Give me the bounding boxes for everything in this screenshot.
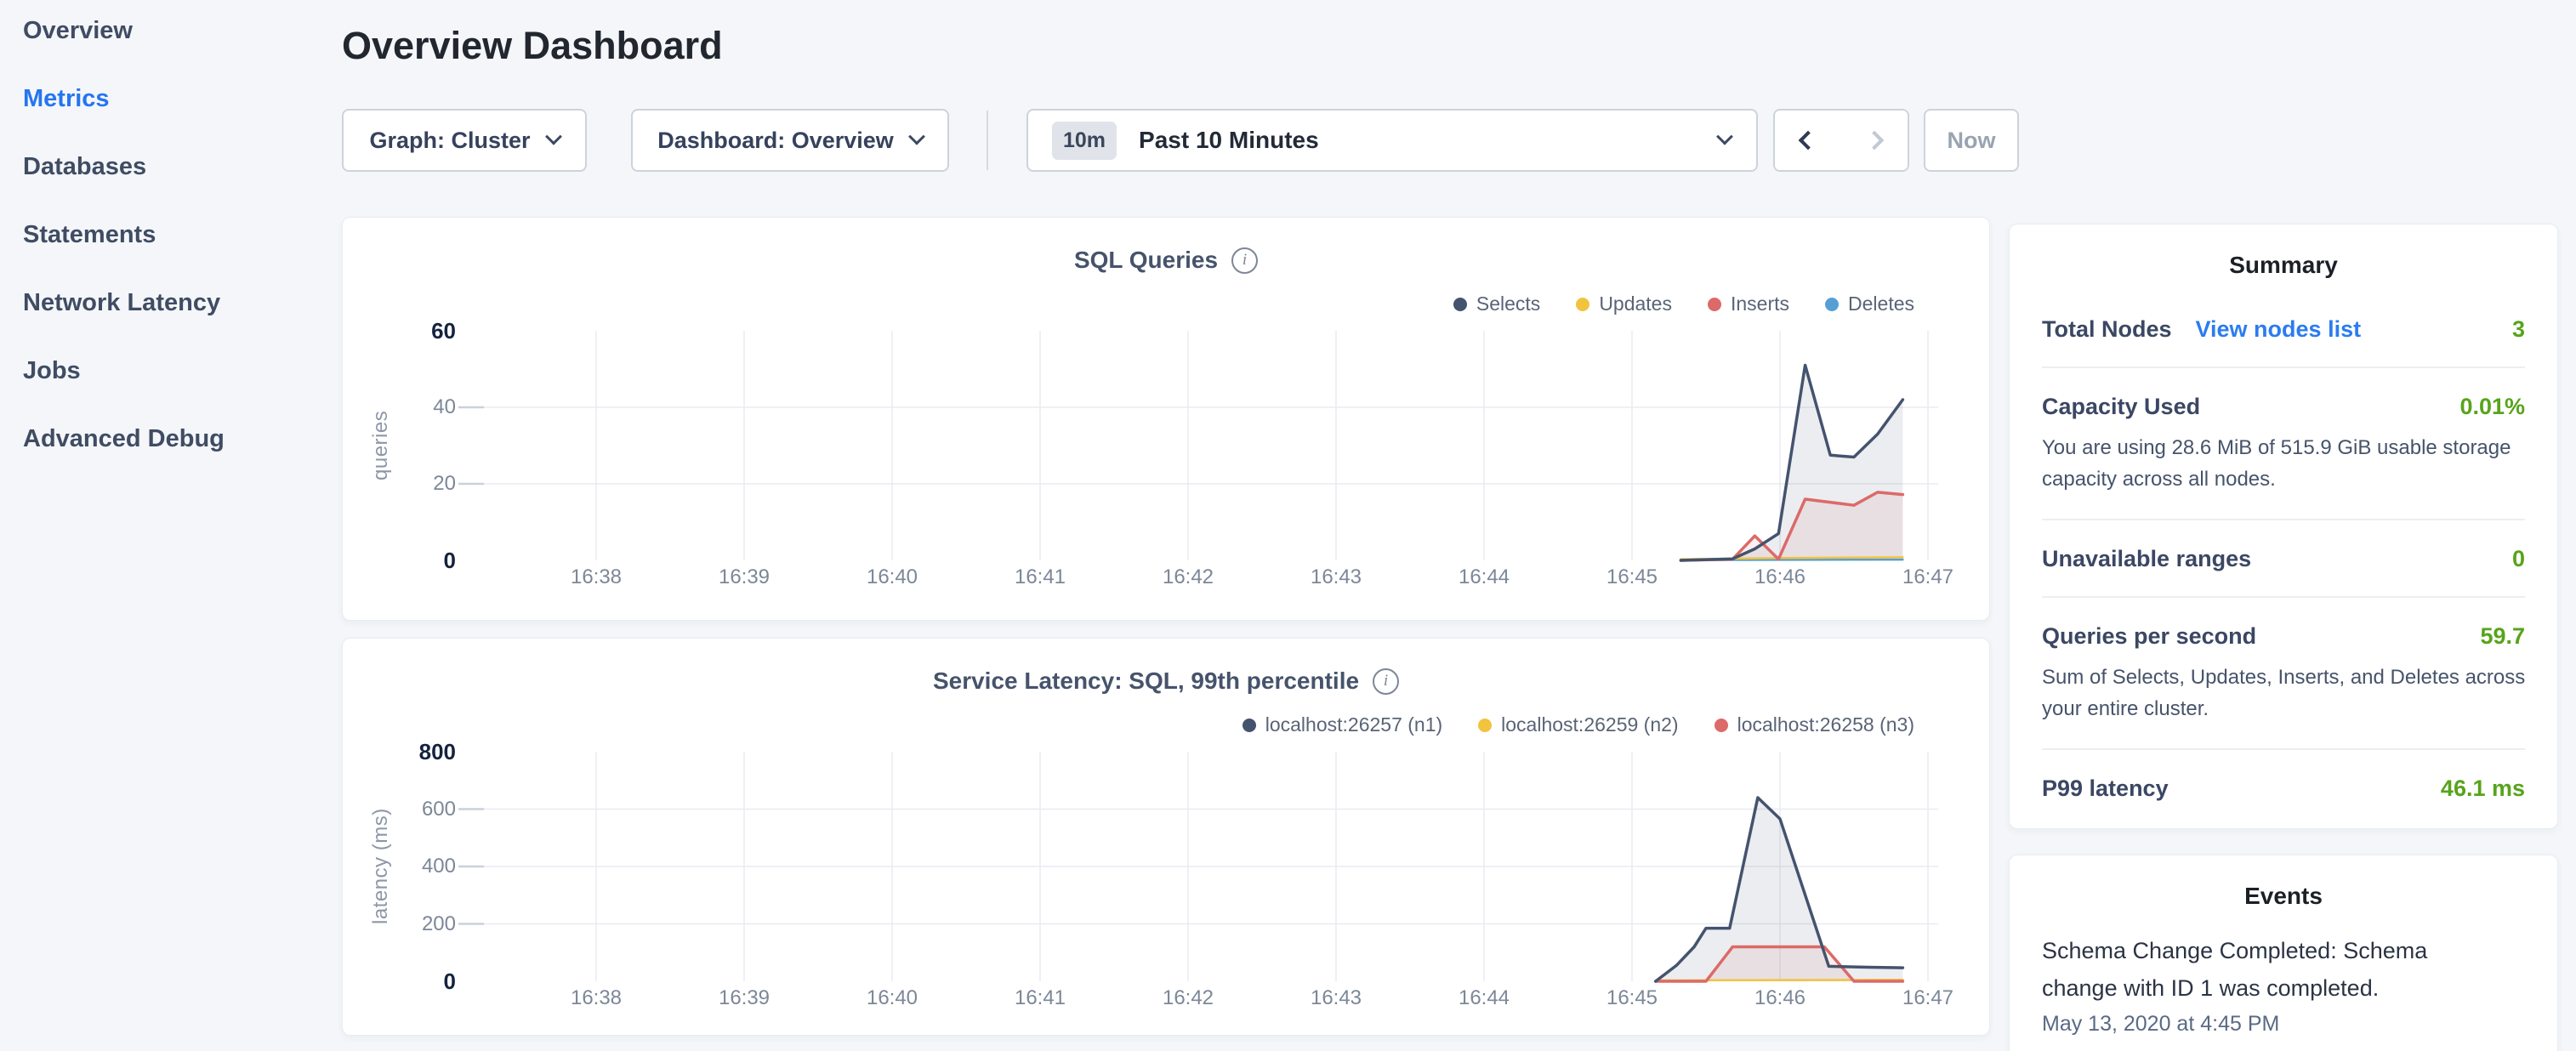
summary-row-queries-per-second: Queries per second 59.7 Sum of Selects, … bbox=[2042, 598, 2525, 750]
x-tick-label: 16:40 bbox=[841, 986, 943, 1011]
y-tick-label: 60 bbox=[343, 318, 456, 344]
x-tick-label: 16:46 bbox=[1729, 986, 1831, 1011]
x-tick-label: 16:40 bbox=[841, 565, 943, 590]
summary-row-description: Sum of Selects, Updates, Inserts, and De… bbox=[2042, 662, 2533, 724]
event-list-item[interactable]: Schema Change Completed: Schema change w… bbox=[2042, 932, 2525, 1037]
sidebar-item-databases[interactable]: Databases bbox=[23, 150, 329, 185]
time-range-label: Past 10 Minutes bbox=[1139, 127, 1319, 154]
x-tick-label: 16:42 bbox=[1137, 986, 1239, 1011]
x-tick-label: 16:38 bbox=[545, 986, 647, 1011]
time-step-button-group bbox=[1773, 109, 1909, 172]
event-text: Schema Change Completed: Schema change w… bbox=[2042, 932, 2442, 1007]
sql-queries-chart-card: SQL Queries i SelectsUpdatesInsertsDelet… bbox=[342, 217, 1990, 621]
x-tick-label: 16:47 bbox=[1877, 565, 1979, 590]
x-tick-label: 16:41 bbox=[989, 986, 1091, 1011]
service-latency-chart-card: Service Latency: SQL, 99th percentile i … bbox=[342, 638, 1990, 1036]
summary-row-value: 46.1 ms bbox=[2441, 775, 2525, 802]
summary-row-total-nodes: Total Nodes View nodes list 3 bbox=[2042, 291, 2525, 368]
summary-row-unavailable-ranges: Unavailable ranges 0 bbox=[2042, 520, 2525, 598]
summary-row-label: Unavailable ranges bbox=[2042, 546, 2251, 572]
x-tick-label: 16:46 bbox=[1729, 565, 1831, 590]
sql-queries-plot bbox=[343, 218, 1989, 620]
events-panel: Events Schema Change Completed: Schema c… bbox=[2009, 855, 2558, 1051]
time-next-button[interactable] bbox=[1841, 111, 1908, 170]
y-tick-label: 600 bbox=[343, 797, 456, 822]
x-tick-label: 16:38 bbox=[545, 565, 647, 590]
graph-dropdown[interactable]: Graph: Cluster bbox=[342, 109, 587, 172]
x-tick-label: 16:45 bbox=[1581, 986, 1683, 1011]
events-title: Events bbox=[2042, 855, 2525, 910]
sidebar-item-advanced-debug[interactable]: Advanced Debug bbox=[23, 422, 329, 457]
page-title: Overview Dashboard bbox=[342, 24, 723, 68]
chevron-down-icon bbox=[1716, 128, 1733, 145]
sidebar-item-statements[interactable]: Statements bbox=[23, 218, 329, 253]
series-area-localhost-26257-n1 bbox=[1656, 798, 1903, 981]
summary-row-label: Queries per second bbox=[2042, 623, 2256, 650]
sidebar: Overview Metrics Databases Statements Networ… bbox=[23, 14, 329, 490]
service-latency-plot bbox=[343, 639, 1989, 1035]
view-nodes-link[interactable]: View nodes list bbox=[2196, 316, 2362, 343]
sidebar-item-metrics[interactable]: Metrics bbox=[23, 82, 329, 116]
summary-row-value: 0.01% bbox=[2459, 394, 2525, 420]
time-prev-button[interactable] bbox=[1775, 111, 1841, 170]
summary-panel: Summary Total Nodes View nodes list 3 Ca… bbox=[2009, 224, 2558, 829]
controls-divider bbox=[987, 111, 988, 170]
summary-row-p99-latency: P99 latency 46.1 ms bbox=[2042, 750, 2525, 826]
y-tick-label: 800 bbox=[343, 739, 456, 764]
summary-row-label: P99 latency bbox=[2042, 775, 2169, 802]
sidebar-item-network-latency[interactable]: Network Latency bbox=[23, 286, 329, 321]
x-tick-label: 16:43 bbox=[1285, 986, 1387, 1011]
y-tick-label: 200 bbox=[343, 912, 456, 937]
x-tick-label: 16:42 bbox=[1137, 565, 1239, 590]
time-range-badge: 10m bbox=[1052, 122, 1117, 160]
event-timestamp: May 13, 2020 at 4:45 PM bbox=[2042, 1012, 2525, 1037]
chevron-left-icon bbox=[1799, 131, 1818, 151]
x-tick-label: 16:47 bbox=[1877, 986, 1979, 1011]
dashboard-dropdown-label: Dashboard: Overview bbox=[657, 128, 894, 154]
dashboard-dropdown[interactable]: Dashboard: Overview bbox=[631, 109, 949, 172]
summary-row-value: 0 bbox=[2512, 546, 2525, 572]
summary-row-description: You are using 28.6 MiB of 515.9 GiB usab… bbox=[2042, 432, 2533, 495]
x-tick-label: 16:41 bbox=[989, 565, 1091, 590]
x-tick-label: 16:44 bbox=[1433, 986, 1535, 1011]
sidebar-item-jobs[interactable]: Jobs bbox=[23, 354, 329, 389]
x-tick-label: 16:43 bbox=[1285, 565, 1387, 590]
y-tick-label: 400 bbox=[343, 854, 456, 879]
sidebar-item-overview[interactable]: Overview bbox=[23, 14, 329, 48]
x-tick-label: 16:39 bbox=[693, 565, 795, 590]
x-tick-label: 16:39 bbox=[693, 986, 795, 1011]
summary-row-value: 59.7 bbox=[2480, 623, 2525, 650]
chevron-right-icon bbox=[1865, 131, 1885, 151]
x-tick-label: 16:44 bbox=[1433, 565, 1535, 590]
chevron-down-icon bbox=[545, 128, 562, 145]
summary-row-label: Capacity Used bbox=[2042, 394, 2200, 420]
y-tick-label: 40 bbox=[343, 395, 456, 420]
chevron-down-icon bbox=[908, 128, 925, 145]
y-tick-label: 20 bbox=[343, 471, 456, 497]
time-range-selector[interactable]: 10m Past 10 Minutes bbox=[1026, 109, 1758, 172]
now-button[interactable]: Now bbox=[1924, 109, 2019, 172]
y-tick-label: 0 bbox=[343, 548, 456, 573]
y-tick-label: 0 bbox=[343, 969, 456, 994]
x-tick-label: 16:45 bbox=[1581, 565, 1683, 590]
graph-dropdown-label: Graph: Cluster bbox=[369, 128, 530, 154]
summary-row-value: 3 bbox=[2512, 316, 2525, 343]
summary-row-capacity-used: Capacity Used 0.01% You are using 28.6 M… bbox=[2042, 368, 2525, 520]
summary-row-label: Total Nodes bbox=[2042, 316, 2172, 343]
summary-title: Summary bbox=[2042, 224, 2525, 279]
